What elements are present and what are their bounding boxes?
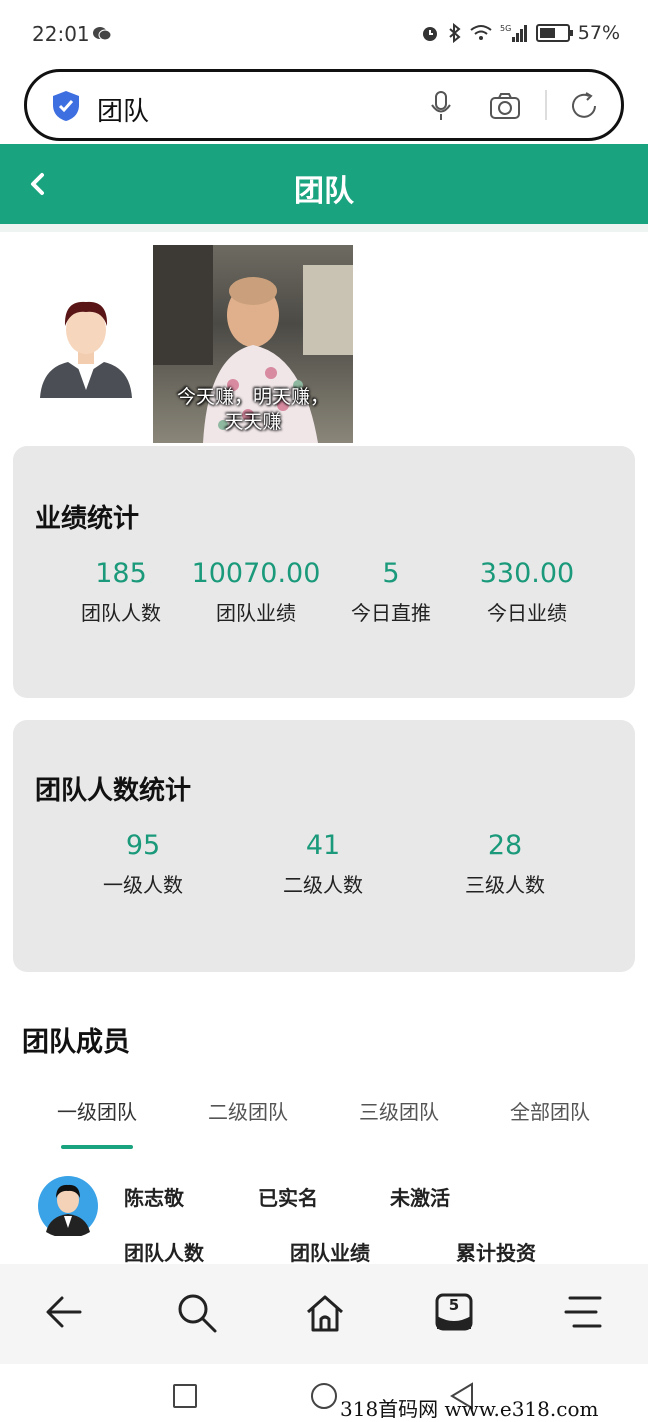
- tabs-count: 5: [448, 1296, 460, 1314]
- page-title: 团队: [294, 174, 354, 209]
- browser-bottom-nav: 5: [0, 1264, 648, 1364]
- stat-value: 95: [125, 830, 161, 861]
- search-input[interactable]: 团队: [97, 91, 149, 128]
- team-count-card: 团队人数统计 95 一级人数 41 二级人数 28 三级人数: [13, 720, 635, 972]
- meme-image: 今天赚，明天赚， 天天赚: [153, 245, 353, 443]
- status-icons: 5G 57%: [420, 22, 620, 44]
- alarm-icon: [422, 27, 437, 41]
- stat-today-direct[interactable]: 5 今日直推: [321, 558, 461, 626]
- member-avatar[interactable]: [38, 1176, 98, 1236]
- watermark-text: 318首码网 www.e318.com: [340, 1397, 599, 1421]
- home-icon[interactable]: [304, 1292, 346, 1334]
- stat-level3[interactable]: 28 三级人数: [435, 830, 575, 898]
- stat-level2[interactable]: 41 二级人数: [253, 830, 393, 898]
- stat-team-size[interactable]: 185 团队人数: [51, 558, 191, 626]
- member-status: 未激活: [390, 1186, 450, 1210]
- member-col-team-size: 团队人数: [124, 1241, 204, 1265]
- tab-level2-team[interactable]: 二级团队: [173, 1096, 323, 1125]
- home-button[interactable]: [311, 1383, 337, 1409]
- tab-all-team[interactable]: 全部团队: [475, 1096, 625, 1125]
- meme-caption-line2: 天天赚: [224, 411, 282, 433]
- team-count-title: 团队人数统计: [35, 776, 192, 806]
- svg-text:5G: 5G: [500, 24, 511, 33]
- member-col-team-performance: 团队业绩: [290, 1241, 370, 1265]
- battery-text: 57%: [577, 22, 620, 44]
- shield-icon: [53, 91, 79, 121]
- stat-value: 10070.00: [191, 558, 321, 589]
- browser-search-bar[interactable]: 团队: [24, 69, 624, 141]
- stat-level1[interactable]: 95 一级人数: [73, 830, 213, 898]
- page-header: 团队: [0, 144, 648, 224]
- performance-card: 业绩统计 185 团队人数 10070.00 团队业绩 5 今日直推 330.0…: [13, 446, 635, 698]
- bluetooth-icon: [449, 23, 461, 43]
- battery-icon: [535, 24, 573, 42]
- stat-value: 185: [95, 558, 147, 589]
- stat-label: 今日直推: [351, 601, 431, 625]
- member-verified: 已实名: [258, 1186, 318, 1210]
- user-avatar[interactable]: [38, 290, 134, 398]
- signal-icon: 5G: [500, 24, 527, 42]
- wechat-icon: [93, 27, 112, 41]
- menu-icon[interactable]: [564, 1292, 604, 1332]
- meme-caption-line1: 今天赚，明天赚，: [176, 386, 329, 408]
- members-title: 团队成员: [22, 1027, 130, 1058]
- tab-level3-team[interactable]: 三级团队: [324, 1096, 474, 1125]
- camera-icon[interactable]: [489, 92, 521, 120]
- wifi-icon: [470, 25, 492, 40]
- member-col-total-invest: 累计投资: [456, 1241, 536, 1265]
- stat-label: 团队业绩: [216, 601, 296, 625]
- stat-value: 5: [382, 558, 400, 589]
- stat-label: 团队人数: [81, 601, 161, 625]
- stat-today-performance[interactable]: 330.00 今日业绩: [457, 558, 597, 626]
- stat-label: 一级人数: [103, 873, 183, 897]
- stat-label: 今日业绩: [487, 601, 567, 625]
- divider: [545, 90, 547, 120]
- tab-level1-team[interactable]: 一级团队: [22, 1096, 172, 1125]
- stat-label: 三级人数: [465, 873, 545, 897]
- member-name: 陈志敬: [124, 1186, 184, 1210]
- header-divider: [0, 224, 648, 232]
- refresh-icon[interactable]: [567, 89, 601, 123]
- active-tab-indicator: [61, 1145, 133, 1149]
- tabs-button[interactable]: 5: [434, 1292, 474, 1334]
- recents-button[interactable]: [173, 1384, 197, 1408]
- stat-label: 二级人数: [283, 873, 363, 897]
- performance-title: 业绩统计: [35, 504, 140, 534]
- status-bar: 22:01 5G 57%: [0, 0, 648, 68]
- back-icon[interactable]: [44, 1292, 84, 1332]
- stat-team-performance[interactable]: 10070.00 团队业绩: [181, 558, 331, 626]
- microphone-icon[interactable]: [429, 90, 453, 122]
- stat-value: 28: [487, 830, 523, 861]
- status-time: 22:01: [32, 22, 90, 46]
- stat-value: 330.00: [479, 558, 575, 589]
- stat-value: 41: [305, 830, 341, 861]
- search-icon[interactable]: [176, 1292, 218, 1334]
